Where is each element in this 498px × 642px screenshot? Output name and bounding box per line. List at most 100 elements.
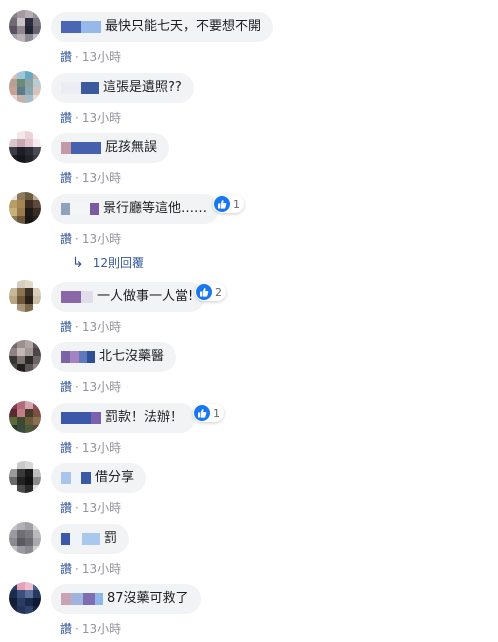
comment-item: 屁孩無誤 讚 · 13小時 <box>0 131 498 191</box>
timestamp[interactable]: 13小時 <box>82 109 121 126</box>
reply-arrow-icon: ↳ <box>72 254 84 271</box>
timestamp[interactable]: 13小時 <box>82 439 121 456</box>
like-link[interactable]: 讚 <box>60 48 72 65</box>
like-link[interactable]: 讚 <box>60 560 72 577</box>
timestamp[interactable]: 13小時 <box>82 620 121 637</box>
like-reaction-icon <box>196 284 212 300</box>
commenter-name[interactable] <box>61 593 103 605</box>
avatar[interactable] <box>9 461 41 493</box>
like-link[interactable]: 讚 <box>60 169 72 186</box>
avatar[interactable] <box>9 340 41 372</box>
like-link[interactable]: 讚 <box>60 439 72 456</box>
comment-item: 罰 讚 · 13小時 <box>0 522 498 582</box>
reaction-count: 1 <box>233 197 240 211</box>
avatar[interactable] <box>9 192 41 224</box>
comment-meta: 讚 · 13小時 <box>60 169 121 186</box>
comment-meta: 讚 · 13小時 <box>60 439 121 456</box>
comment-meta: 讚 · 13小時 <box>60 499 121 516</box>
reaction-badge[interactable]: 1 <box>213 195 244 213</box>
comment-bubble: 罰 <box>51 524 130 554</box>
comment-bubble: 景行廳等這他…… <box>51 194 220 224</box>
comment-text: 罰款！法辦！ <box>105 410 184 425</box>
comment-text: 87沒藥可救了 <box>107 591 189 606</box>
like-reaction-icon <box>214 196 230 212</box>
commenter-name[interactable] <box>61 412 101 424</box>
comment-bubble: 87沒藥可救了 <box>51 584 201 614</box>
comment-text: 北七沒藥醫 <box>99 349 165 364</box>
like-link[interactable]: 讚 <box>60 109 72 126</box>
timestamp[interactable]: 13小時 <box>82 378 121 395</box>
separator: · <box>75 500 79 515</box>
separator: · <box>75 319 79 334</box>
avatar[interactable] <box>9 71 41 103</box>
timestamp[interactable]: 13小時 <box>82 230 121 247</box>
avatar[interactable] <box>9 131 41 163</box>
comment-meta: 讚 · 13小時 <box>60 620 121 637</box>
comment-item: 景行廳等這他…… 1 讚 · 13小時 <box>0 192 498 252</box>
comment-text: 借分享 <box>95 470 135 485</box>
comment-bubble: 北七沒藥醫 <box>51 342 177 372</box>
comment-bubble: 最快只能七天，不要想不開 <box>51 12 274 42</box>
comment-item: 北七沒藥醫 讚 · 13小時 <box>0 340 498 400</box>
comment-item: 最快只能七天，不要想不開 讚 · 13小時 <box>0 10 498 70</box>
replies-count-label[interactable]: 12則回覆 <box>93 254 144 271</box>
commenter-name[interactable] <box>61 291 93 303</box>
like-link[interactable]: 讚 <box>60 230 72 247</box>
commenter-name[interactable] <box>61 21 101 33</box>
timestamp[interactable]: 13小時 <box>82 318 121 335</box>
reaction-count: 1 <box>213 406 220 420</box>
avatar[interactable] <box>9 10 41 42</box>
comment-meta: 讚 · 13小時 <box>60 48 121 65</box>
like-link[interactable]: 讚 <box>60 378 72 395</box>
comment-item: 這張是遺照?? 讚 · 13小時 <box>0 71 498 131</box>
view-replies-link[interactable]: ↳ 12則回覆 <box>72 254 144 271</box>
separator: · <box>75 440 79 455</box>
comment-meta: 讚 · 13小時 <box>60 378 121 395</box>
commenter-name[interactable] <box>61 82 99 94</box>
comment-item: 87沒藥可救了 讚 · 13小時 <box>0 582 498 642</box>
comment-text: 最快只能七天，不要想不開 <box>105 19 262 34</box>
comment-text: 屁孩無誤 <box>105 140 158 155</box>
separator: · <box>75 561 79 576</box>
avatar[interactable] <box>9 522 41 554</box>
timestamp[interactable]: 13小時 <box>82 560 121 577</box>
comment-bubble: 屁孩無誤 <box>51 133 170 163</box>
comment-item: 借分享 讚 · 13小時 <box>0 461 498 521</box>
comment-bubble: 一人做事一人當! <box>51 282 206 312</box>
avatar[interactable] <box>9 582 41 614</box>
comment-bubble: 借分享 <box>51 463 147 493</box>
separator: · <box>75 379 79 394</box>
timestamp[interactable]: 13小時 <box>82 169 121 186</box>
comment-item: 罰款！法辦！ 1 讚 · 13小時 <box>0 401 498 461</box>
comment-text: 景行廳等這他…… <box>103 201 208 216</box>
avatar[interactable] <box>9 280 41 312</box>
comment-meta: 讚 · 13小時 <box>60 560 121 577</box>
avatar[interactable] <box>9 401 41 433</box>
reaction-count: 2 <box>215 285 222 299</box>
separator: · <box>75 231 79 246</box>
like-reaction-icon <box>194 405 210 421</box>
comment-item: 一人做事一人當! 2 讚 · 13小時 <box>0 280 498 340</box>
like-link[interactable]: 讚 <box>60 620 72 637</box>
separator: · <box>75 110 79 125</box>
commenter-name[interactable] <box>61 203 99 215</box>
timestamp[interactable]: 13小時 <box>82 499 121 516</box>
like-link[interactable]: 讚 <box>60 318 72 335</box>
commenter-name[interactable] <box>61 351 95 363</box>
comment-bubble: 罰款！法辦！ <box>51 403 196 433</box>
reaction-badge[interactable]: 1 <box>193 404 224 422</box>
reaction-badge[interactable]: 2 <box>195 283 226 301</box>
commenter-name[interactable] <box>61 142 101 154</box>
comment-meta: 讚 · 13小時 <box>60 230 121 247</box>
commenter-name[interactable] <box>61 472 91 484</box>
separator: · <box>75 49 79 64</box>
commenter-name[interactable] <box>61 533 100 545</box>
comment-text: 一人做事一人當! <box>97 289 194 304</box>
comment-meta: 讚 · 13小時 <box>60 109 121 126</box>
comment-thread: 最快只能七天，不要想不開 讚 · 13小時 這張是遺照?? 讚 · 13小時 屁… <box>0 0 498 636</box>
separator: · <box>75 170 79 185</box>
timestamp[interactable]: 13小時 <box>82 48 121 65</box>
like-link[interactable]: 讚 <box>60 499 72 516</box>
comment-text: 罰 <box>104 531 118 546</box>
comment-text: 這張是遺照?? <box>103 80 182 95</box>
